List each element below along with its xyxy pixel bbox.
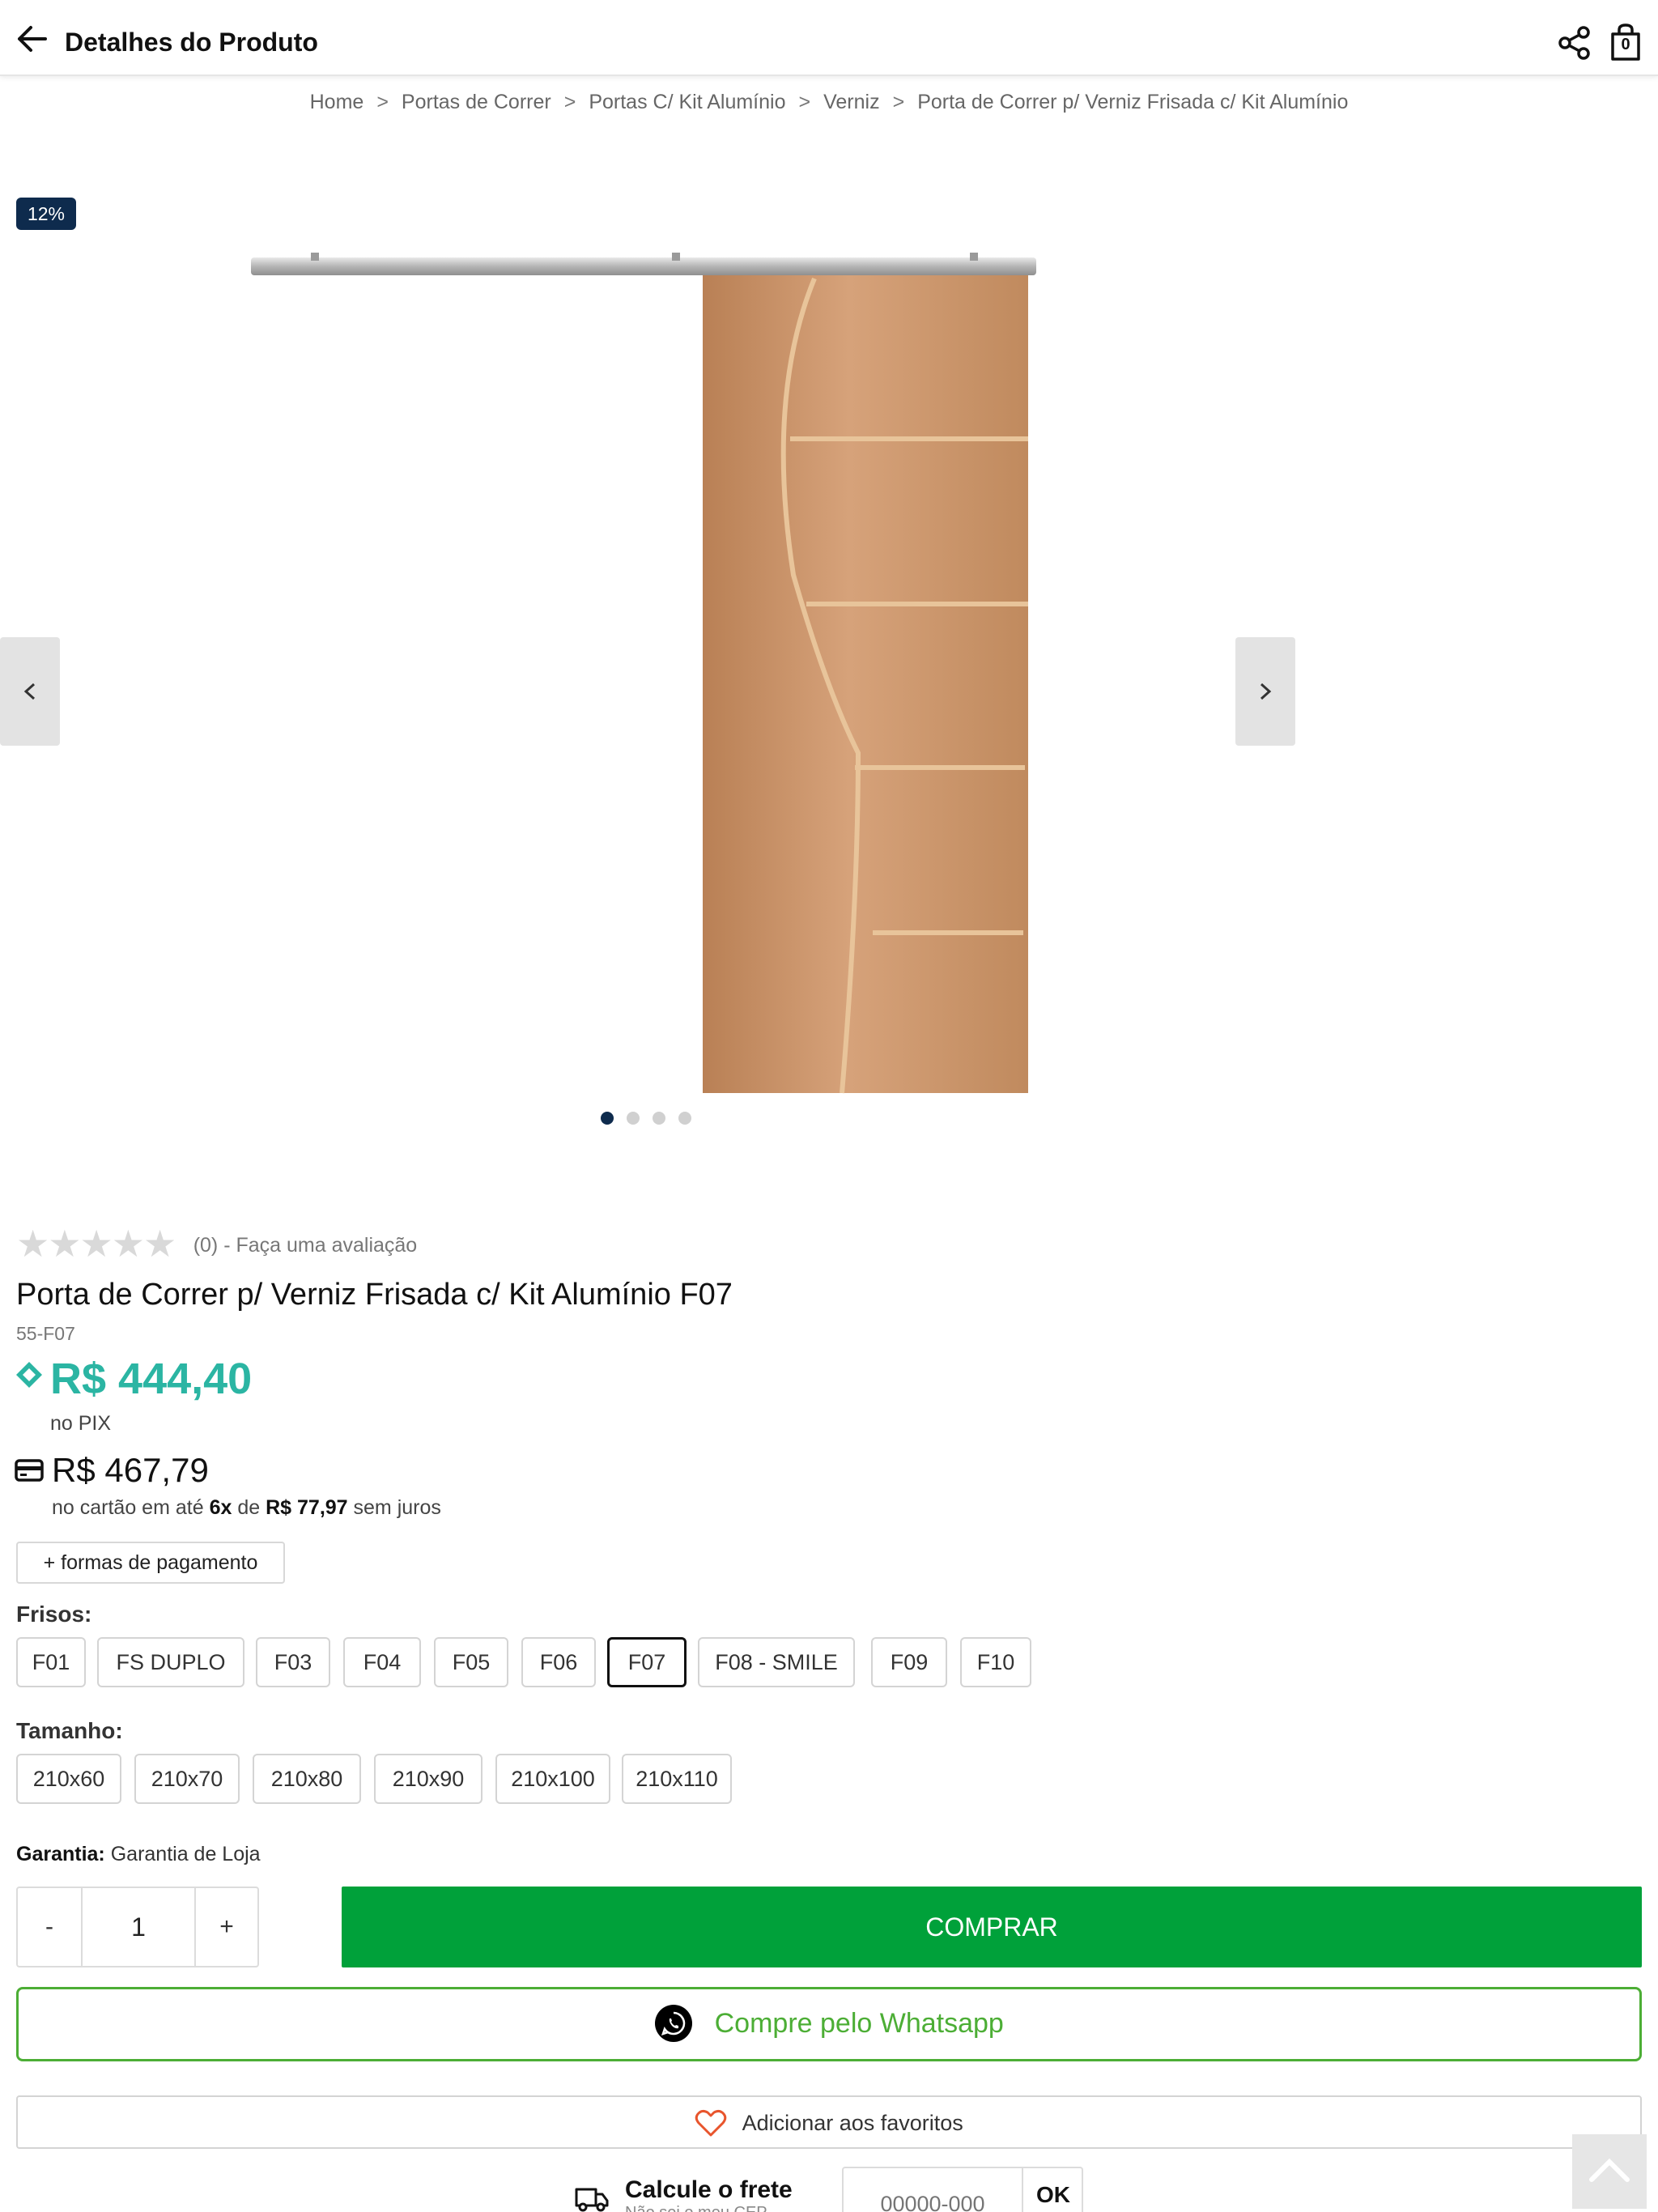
star-icon: ★ (16, 1223, 50, 1265)
tamanho-option[interactable]: 210x80 (253, 1754, 361, 1804)
star-icon: ★ (143, 1223, 177, 1265)
pix-icon (16, 1362, 42, 1388)
tamanho-option[interactable]: 210x90 (374, 1754, 483, 1804)
breadcrumb: Home > Portas de Correr > Portas C/ Kit Alum… (0, 91, 1658, 114)
quantity-input[interactable]: 1 (81, 1888, 194, 1966)
friso-option[interactable]: F06 (521, 1637, 596, 1687)
unknown-cep-link[interactable]: Não sei o meu CEP (625, 2204, 767, 2212)
friso-option-selected[interactable]: F07 (607, 1637, 687, 1687)
card-price: R$ 467,79 (52, 1451, 209, 1489)
tamanho-option[interactable]: 210x110 (622, 1754, 732, 1804)
chevron-right-icon (1260, 683, 1272, 700)
buy-button[interactable]: COMPRAR (342, 1887, 1642, 1967)
page-title: Detalhes do Produto (65, 28, 318, 57)
whatsapp-label: Compre pelo Whatsapp (714, 2007, 1004, 2039)
star-icon: ★ (48, 1223, 82, 1265)
breadcrumb-item-kit-aluminio[interactable]: Portas C/ Kit Alumínio (589, 91, 785, 113)
pix-label: no PIX (50, 1412, 112, 1435)
app-header: Detalhes do Produto 0 (0, 0, 1658, 76)
chevron-left-icon (23, 683, 36, 700)
whatsapp-buy-button[interactable]: Compre pelo Whatsapp (16, 1987, 1642, 2061)
breadcrumb-separator: > (798, 91, 811, 113)
friso-option[interactable]: F01 (16, 1637, 86, 1687)
freight-calculator: Calcule o frete Não sei o meu CEP OK (572, 2167, 1090, 2212)
warranty-value: Garantia de Loja (110, 1843, 261, 1865)
friso-option[interactable]: F05 (434, 1637, 508, 1687)
tamanho-option[interactable]: 210x70 (134, 1754, 240, 1804)
gallery-dot[interactable] (627, 1112, 640, 1125)
whatsapp-icon (655, 2005, 693, 2042)
back-button[interactable] (15, 24, 50, 53)
cart-count: 0 (1621, 36, 1630, 53)
installments-prefix: no cartão em até (52, 1496, 204, 1519)
tamanho-option[interactable]: 210x60 (16, 1754, 121, 1804)
favorites-label: Adicionar aos favoritos (742, 2110, 963, 2135)
chevron-up-icon (1589, 2158, 1630, 2182)
quantity-stepper: - 1 + (16, 1887, 259, 1967)
product-title: Porta de Correr p/ Verniz Frisada c/ Kit… (16, 1278, 733, 1312)
installments-value: R$ 77,97 (266, 1496, 348, 1519)
frisos-label: Frisos: (16, 1602, 92, 1627)
warranty-info: Garantia: Garantia de Loja (16, 1843, 261, 1866)
friso-option[interactable]: F10 (960, 1637, 1031, 1687)
scroll-to-top-button[interactable] (1572, 2134, 1647, 2209)
gallery-prev-button[interactable] (0, 637, 60, 746)
quantity-increase-button[interactable]: + (194, 1888, 257, 1966)
tamanho-label: Tamanho: (16, 1718, 123, 1743)
friso-option[interactable]: FS DUPLO (97, 1637, 244, 1687)
gallery-dot[interactable] (678, 1112, 691, 1125)
installments-middle: de (237, 1496, 261, 1519)
gallery-dot[interactable] (653, 1112, 665, 1125)
cep-ok-button[interactable]: OK (1022, 2168, 1083, 2212)
payment-methods-button[interactable]: + formas de pagamento (16, 1542, 285, 1584)
breadcrumb-item-portas-de-correr[interactable]: Portas de Correr (402, 91, 551, 113)
cep-form: OK (842, 2167, 1083, 2212)
share-button[interactable] (1558, 26, 1592, 60)
add-to-favorites-button[interactable]: Adicionar aos favoritos (16, 2095, 1642, 2149)
breadcrumb-item-verniz[interactable]: Verniz (823, 91, 879, 113)
cep-input[interactable] (844, 2168, 1022, 2212)
warranty-label: Garantia: (16, 1843, 105, 1865)
star-icon: ★ (111, 1223, 145, 1265)
product-sku: 55-F07 (16, 1323, 75, 1344)
product-image-door (251, 253, 1036, 1094)
truck-icon (575, 2188, 609, 2212)
gallery-next-button[interactable] (1235, 637, 1295, 746)
installments-suffix: sem juros (353, 1496, 441, 1519)
rating-text[interactable]: (0) - Faça uma avaliação (193, 1227, 418, 1263)
breadcrumb-separator: > (892, 91, 905, 113)
breadcrumb-separator: > (563, 91, 576, 113)
pix-price: R$ 444,40 (50, 1355, 253, 1403)
breadcrumb-item-current[interactable]: Porta de Correr p/ Verniz Frisada c/ Kit… (917, 91, 1348, 113)
cart-button[interactable]: 0 (1609, 23, 1642, 62)
gallery-dot[interactable] (601, 1112, 614, 1125)
installments-text: no cartão em até 6x de R$ 77,97 sem juro… (52, 1496, 441, 1520)
discount-badge: 12% (16, 198, 76, 230)
breadcrumb-separator: > (376, 91, 389, 113)
product-image-gallery[interactable] (0, 235, 1328, 1109)
heart-icon (695, 2109, 727, 2137)
star-icon: ★ (79, 1223, 113, 1265)
back-arrow-icon (18, 26, 47, 52)
breadcrumb-item-home[interactable]: Home (310, 91, 364, 113)
friso-option[interactable]: F08 - SMILE (698, 1637, 855, 1687)
credit-card-icon (15, 1459, 44, 1482)
friso-option[interactable]: F03 (256, 1637, 330, 1687)
rating-row[interactable]: ★★★★★ (0) - Faça uma avaliação (16, 1223, 418, 1265)
friso-option[interactable]: F09 (871, 1637, 947, 1687)
friso-option[interactable]: F04 (343, 1637, 421, 1687)
share-icon (1558, 26, 1590, 60)
tamanho-option[interactable]: 210x100 (495, 1754, 610, 1804)
quantity-decrease-button[interactable]: - (18, 1888, 81, 1966)
installments-count: 6x (209, 1496, 232, 1519)
freight-title: Calcule o frete (625, 2176, 793, 2203)
